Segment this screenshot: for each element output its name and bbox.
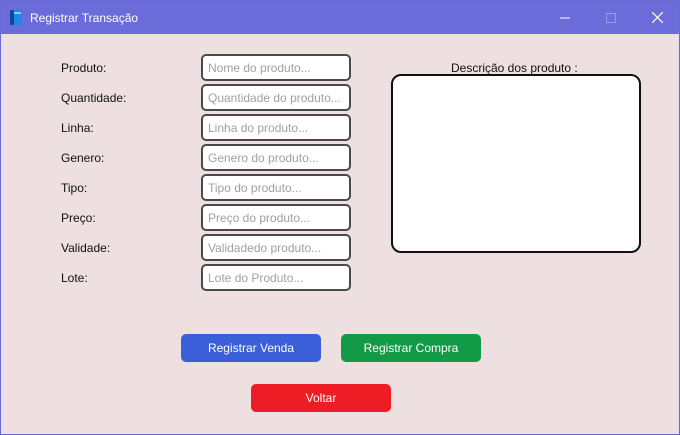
minimize-button[interactable] (542, 1, 588, 34)
registrar-compra-button[interactable]: Registrar Compra (341, 334, 481, 362)
tipo-label: Tipo: (61, 181, 88, 195)
preco-label: Preço: (61, 211, 96, 225)
quantidade-label: Quantidade: (61, 91, 127, 105)
validade-input[interactable] (201, 234, 351, 261)
descricao-textarea[interactable] (391, 74, 641, 253)
close-button[interactable] (634, 1, 680, 34)
lote-label: Lote: (61, 271, 88, 285)
produto-label: Produto: (61, 61, 107, 75)
validade-label: Validade: (61, 241, 111, 255)
voltar-button[interactable]: Voltar (251, 384, 391, 412)
linha-input[interactable] (201, 114, 351, 141)
window-title: Registrar Transação (30, 11, 139, 25)
lote-input[interactable] (201, 264, 351, 291)
registrar-transacao-window: Registrar Transação Produto: Quantidade:… (0, 0, 680, 435)
titlebar[interactable]: Registrar Transação (1, 1, 679, 34)
app-book-icon (9, 9, 24, 26)
maximize-button[interactable] (588, 1, 634, 34)
minimize-icon (560, 17, 570, 18)
preco-input[interactable] (201, 204, 351, 231)
genero-input[interactable] (201, 144, 351, 171)
maximize-icon (606, 12, 616, 23)
tipo-input[interactable] (201, 174, 351, 201)
produto-input[interactable] (201, 54, 351, 81)
genero-label: Genero: (61, 151, 105, 165)
registrar-venda-button[interactable]: Registrar Venda (181, 334, 321, 362)
quantidade-input[interactable] (201, 84, 351, 111)
linha-label: Linha: (61, 121, 94, 135)
close-icon (651, 12, 663, 23)
